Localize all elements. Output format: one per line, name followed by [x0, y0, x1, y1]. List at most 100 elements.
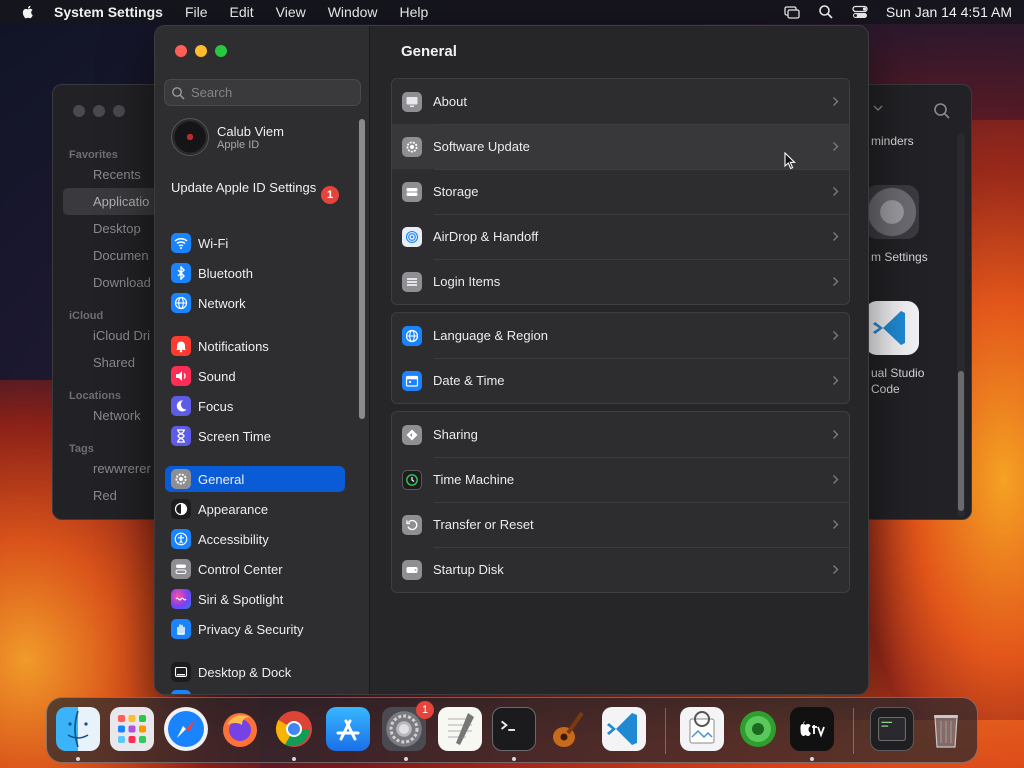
row-label: Storage [433, 184, 479, 199]
dock-app-hdr[interactable] [736, 707, 780, 751]
menu-help[interactable]: Help [400, 4, 429, 20]
dock-app-safari[interactable] [164, 707, 208, 751]
screen-mirroring-icon[interactable] [784, 4, 800, 20]
settings-row-time-machine[interactable]: Time Machine [392, 457, 849, 502]
minimize-button[interactable] [195, 45, 207, 57]
gear-icon [171, 469, 191, 489]
calendar-icon [402, 370, 422, 391]
sidebar-item-accessibility[interactable]: Accessibility [165, 526, 345, 552]
dock: 1 [46, 697, 978, 763]
finder-file-label[interactable]: ual Studio [871, 366, 924, 380]
settings-search[interactable] [164, 79, 361, 106]
menu-view[interactable]: View [276, 4, 306, 20]
settings-group-locale: Language & Region Date & Time [391, 312, 850, 404]
sidebar-item-label: Bluetooth [198, 265, 253, 281]
dock-app-launchpad[interactable] [110, 707, 154, 751]
finder-scroll-thumb[interactable] [958, 371, 964, 511]
dock-app-garageband[interactable] [546, 707, 590, 751]
finder-traffic-lights [73, 105, 133, 117]
sidebar-item-wifi[interactable]: Wi-Fi [165, 230, 345, 256]
close-button[interactable] [175, 45, 187, 57]
sidebar-item-screen-time[interactable]: Screen Time [165, 423, 345, 449]
dock-app-finder[interactable] [56, 707, 100, 751]
settings-row-software-update[interactable]: Software Update [392, 124, 849, 169]
update-apple-id-settings[interactable]: Update Apple ID Settings [171, 180, 341, 196]
finder-item-documents[interactable]: Documen [53, 242, 163, 269]
menu-file[interactable]: File [185, 4, 208, 20]
chevron-right-icon [833, 565, 839, 574]
settings-row-transfer-reset[interactable]: Transfer or Reset [392, 502, 849, 547]
sidebar-item-appearance[interactable]: Appearance [165, 496, 345, 522]
sidebar-item-network[interactable]: Network [165, 290, 345, 316]
settings-row-storage[interactable]: Storage [392, 169, 849, 214]
settings-row-login-items[interactable]: Login Items [392, 259, 849, 304]
sidebar-scrollbar[interactable] [359, 119, 365, 419]
row-label: Language & Region [433, 328, 548, 343]
finder-item-network[interactable]: Network [53, 402, 163, 429]
settings-row-language-region[interactable]: Language & Region [392, 313, 849, 358]
window-controls [175, 45, 235, 57]
sidebar-item-control-center[interactable]: Control Center [165, 556, 345, 582]
finder-item-shared[interactable]: Shared [53, 349, 163, 376]
finder-tag-red[interactable]: Red [53, 482, 163, 509]
sidebar-item-bluetooth[interactable]: Bluetooth [165, 260, 345, 286]
sidebar-item-general[interactable]: General [165, 466, 345, 492]
apple-id-account[interactable]: Calub Viem Apple ID [171, 118, 284, 156]
apple-menu-icon[interactable] [20, 4, 36, 20]
list-icon [402, 271, 422, 292]
finder-file-label[interactable]: Code [871, 382, 900, 396]
row-label: Sharing [433, 427, 478, 442]
menu-app-name[interactable]: System Settings [54, 4, 163, 20]
sidebar-item-sound[interactable]: Sound [165, 363, 345, 389]
dock-app-apple-tv[interactable] [790, 707, 834, 751]
dock-app-console[interactable] [870, 707, 914, 751]
finder-file-label[interactable]: minders [871, 134, 914, 148]
running-indicator [810, 757, 814, 761]
finder-file-label[interactable]: m Settings [871, 250, 928, 264]
row-label: Date & Time [433, 373, 505, 388]
dock-app-preview[interactable] [680, 707, 724, 751]
dock-app-terminal[interactable] [492, 707, 536, 751]
dock-app-app-store[interactable] [326, 707, 370, 751]
settings-row-about[interactable]: About [392, 79, 849, 124]
row-label: Login Items [433, 274, 501, 289]
settings-row-sharing[interactable]: Sharing [392, 412, 849, 457]
control-center-icon[interactable] [852, 4, 868, 20]
sidebar-item-siri-spotlight[interactable]: Siri & Spotlight [165, 586, 345, 612]
settings-group-system: About Software Update Storage AirDrop & … [391, 78, 850, 305]
settings-sidebar: Calub Viem Apple ID Update Apple ID Sett… [155, 26, 370, 694]
sidebar-item-desktop-dock[interactable]: Desktop & Dock [165, 659, 345, 685]
running-indicator [512, 757, 516, 761]
sidebar-item-notifications[interactable]: Notifications [165, 333, 345, 359]
finder-item-applications[interactable]: Applicatio [63, 188, 163, 215]
settings-row-date-time[interactable]: Date & Time [392, 358, 849, 403]
sidebar-item-focus[interactable]: Focus [165, 393, 345, 419]
settings-row-startup-disk[interactable]: Startup Disk [392, 547, 849, 592]
drive-icon [402, 181, 422, 202]
chevron-down-icon [873, 105, 883, 111]
finder-tag-item[interactable]: rewwrerer [53, 455, 163, 482]
settings-row-airdrop-handoff[interactable]: AirDrop & Handoff [392, 214, 849, 259]
menu-edit[interactable]: Edit [230, 4, 254, 20]
spotlight-search-icon[interactable] [818, 4, 834, 20]
finder-item-downloads[interactable]: Download [53, 269, 163, 296]
chevron-right-icon [833, 277, 839, 286]
menubar-clock[interactable]: Sun Jan 14 4:51 AM [886, 4, 1012, 20]
finder-scrollbar[interactable] [957, 133, 965, 517]
finder-item-icloud-drive[interactable]: iCloud Dri [53, 322, 163, 349]
system-settings-app-icon[interactable] [865, 185, 919, 239]
dock-app-firefox[interactable] [218, 707, 262, 751]
dock-app-vscode[interactable] [602, 707, 646, 751]
sidebar-scroll-thumb[interactable] [359, 119, 365, 419]
menu-window[interactable]: Window [328, 4, 378, 20]
finder-item-recents[interactable]: Recents [53, 161, 163, 188]
dock-app-textedit[interactable] [438, 707, 482, 751]
dock-app-chrome[interactable] [272, 707, 316, 751]
vscode-app-icon[interactable] [865, 301, 919, 355]
sidebar-item-privacy-security[interactable]: Privacy & Security [165, 616, 345, 642]
zoom-button[interactable] [215, 45, 227, 57]
search-input[interactable] [191, 85, 351, 100]
dock-trash[interactable] [924, 707, 968, 751]
finder-item-desktop[interactable]: Desktop [53, 215, 163, 242]
chevron-right-icon [833, 520, 839, 529]
